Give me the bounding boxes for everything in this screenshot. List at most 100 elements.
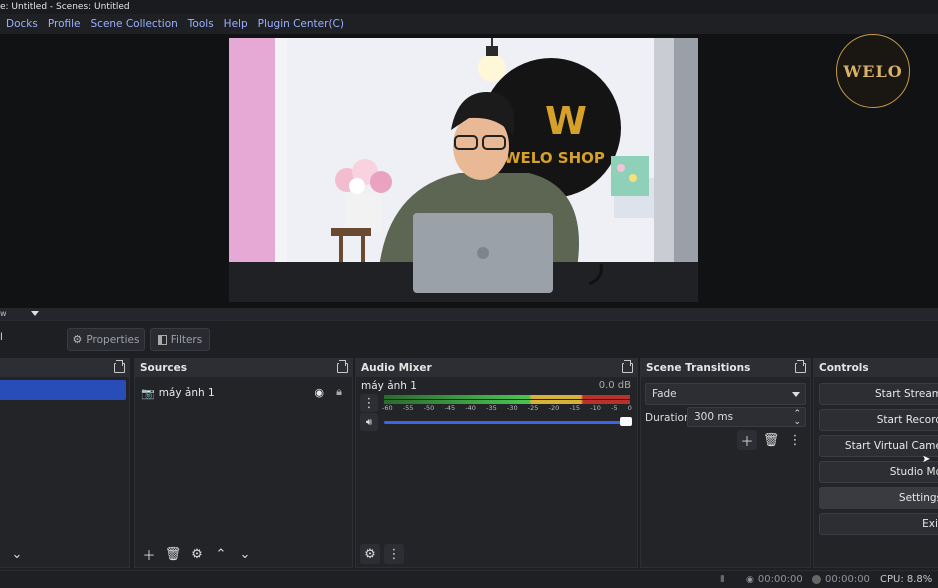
menu-help[interactable]: Help	[219, 18, 253, 30]
move-up-icon[interactable]: ⌃	[211, 544, 231, 564]
scenes-dock-header	[0, 359, 129, 377]
filters-label: Filters	[170, 333, 203, 346]
signal-bars-icon: ▮	[720, 574, 725, 584]
preview-mode-bar: w	[0, 308, 938, 320]
scene-list-item-selected[interactable]	[0, 380, 126, 400]
cpu-usage-text: CPU: 8.8%	[880, 574, 933, 585]
filters-button[interactable]: Filters	[150, 328, 210, 351]
visibility-eye-icon[interactable]: ◉	[314, 386, 324, 399]
audio-mixer-dock: Audio Mixer máy ảnh 1 0.0 dB ⋮ -60 -55 -…	[355, 358, 638, 568]
welo-logo: WELO	[836, 34, 910, 108]
stream-time: 00:00:00	[757, 574, 803, 585]
sources-title: Sources	[140, 362, 188, 374]
chevron-down-icon[interactable]	[31, 311, 39, 316]
undock-icon[interactable]	[622, 360, 633, 373]
trash-icon[interactable]: 🗑︎	[163, 544, 183, 564]
menu-scene-collection[interactable]: Scene Collection	[86, 18, 183, 30]
trash-icon[interactable]: 🗑︎	[761, 430, 781, 450]
settings-button[interactable]: Settings	[819, 487, 938, 509]
properties-label: Properties	[86, 333, 140, 346]
advanced-audio-gear-icon[interactable]: ⚙	[360, 544, 380, 564]
network-status: ▮	[720, 574, 725, 584]
preview-canvas[interactable]: W WELO SHOP	[229, 38, 698, 302]
audio-channel-name: máy ảnh 1	[361, 380, 417, 392]
studio-mode-button[interactable]: Studio Mo	[819, 461, 938, 483]
properties-button[interactable]: ⚙ Properties	[67, 328, 145, 351]
controls-header: Controls	[814, 359, 938, 377]
svg-text:W: W	[545, 99, 587, 143]
move-down-icon[interactable]: ⌄	[235, 544, 255, 564]
stream-status-icon: ◉	[746, 574, 754, 585]
undock-icon[interactable]	[114, 360, 125, 373]
source-properties-gear-icon[interactable]: ⚙	[187, 544, 207, 564]
stream-timer: ◉ 00:00:00	[746, 574, 803, 585]
transition-menu-icon[interactable]: ⋮	[785, 430, 805, 450]
camera-feed-image: W WELO SHOP	[229, 38, 698, 302]
duration-spinbox[interactable]: 300 ms ⌃ ⌄	[687, 407, 806, 427]
duration-label: Duration	[645, 412, 691, 424]
controls-dock: Controls Start Stream Start Record Start…	[813, 358, 938, 568]
sources-dock: Sources 📷 máy ảnh 1 ◉ 🔒︎ ＋ 🗑︎ ⚙ ⌃ ⌄	[134, 358, 353, 568]
scale-tick: -60	[382, 404, 393, 412]
spin-down-icon[interactable]: ⌄	[793, 413, 801, 431]
audio-channel-db: 0.0 dB	[598, 380, 631, 391]
mixer-menu-icon[interactable]: ⋮	[384, 544, 404, 564]
source-item[interactable]: 📷 máy ảnh 1 ◉ 🔒︎	[141, 384, 346, 402]
welo-logo-text: WELO	[843, 61, 903, 81]
add-transition-icon[interactable]: ＋	[737, 430, 757, 450]
scene-transitions-header: Scene Transitions	[641, 359, 810, 377]
volume-slider-handle[interactable]	[620, 417, 632, 426]
transition-select[interactable]: Fade	[645, 383, 806, 405]
menu-docks[interactable]: Docks	[0, 18, 43, 30]
channel-menu-icon[interactable]: ⋮	[360, 394, 378, 412]
scale-tick: -45	[444, 404, 456, 412]
scale-tick: -30	[506, 404, 518, 412]
record-time: 00:00:00	[825, 574, 870, 585]
record-timer: 00:00:00	[812, 574, 870, 585]
audio-mixer-footer: ⚙ ⋮	[356, 541, 637, 567]
shop-sign-text: WELO SHOP	[504, 149, 605, 167]
speaker-icon[interactable]: 🔊︎	[360, 413, 378, 431]
audio-mixer-header: Audio Mixer	[356, 359, 637, 377]
undock-icon[interactable]	[337, 360, 348, 373]
mouse-cursor-icon: ➤	[922, 454, 931, 465]
audio-meter-top	[384, 395, 630, 399]
scale-tick: -25	[527, 404, 539, 412]
menu-plugin-center[interactable]: Plugin Center(C)	[253, 18, 349, 30]
filter-icon	[157, 334, 167, 345]
source-item-name: máy ảnh 1	[158, 387, 215, 399]
add-source-icon[interactable]: ＋	[139, 544, 159, 564]
context-toolbar: l ⚙ Properties Filters	[0, 320, 938, 356]
transition-select-value: Fade	[652, 388, 677, 400]
scenes-dock-footer: ⌄	[0, 541, 129, 567]
undock-icon[interactable]	[795, 360, 806, 373]
menu-profile[interactable]: Profile	[43, 18, 86, 30]
start-virtual-camera-button[interactable]: Start Virtual Came	[819, 435, 938, 457]
scale-tick: -55	[402, 404, 414, 412]
scale-tick: -20	[548, 404, 560, 412]
start-record-button[interactable]: Start Record	[819, 409, 938, 431]
cpu-usage: CPU: 8.8%	[880, 574, 932, 585]
gear-icon: ⚙	[72, 333, 83, 346]
sources-dock-footer: ＋ 🗑︎ ⚙ ⌃ ⌄	[135, 541, 352, 567]
menu-tools[interactable]: Tools	[183, 18, 219, 30]
lock-icon[interactable]: 🔒︎	[336, 385, 342, 399]
duration-value: 300 ms	[694, 411, 734, 423]
scale-tick: -15	[569, 404, 581, 412]
scale-tick: -40	[465, 404, 476, 412]
camera-icon: 📷	[141, 386, 155, 400]
status-bar: ▮ ◉ 00:00:00 00:00:00 CPU: 8.8%	[0, 570, 938, 588]
scenes-dock: ⌄	[0, 358, 130, 568]
scene-transitions-title: Scene Transitions	[646, 362, 751, 374]
preview-area[interactable]: W WELO SHOP WELO	[0, 34, 938, 308]
sources-dock-header: Sources	[135, 359, 352, 377]
volume-slider-track[interactable]	[384, 421, 630, 424]
scale-tick: -5	[611, 404, 618, 412]
start-stream-button[interactable]: Start Stream	[819, 383, 938, 405]
scene-toolbar-label: l	[0, 332, 3, 343]
chevron-down-icon	[792, 392, 800, 397]
window-title: e: Untitled - Scenes: Untitled	[0, 0, 938, 14]
move-down-icon[interactable]: ⌄	[7, 544, 27, 564]
scale-tick: -35	[486, 404, 497, 412]
exit-button[interactable]: Exit	[819, 513, 938, 535]
